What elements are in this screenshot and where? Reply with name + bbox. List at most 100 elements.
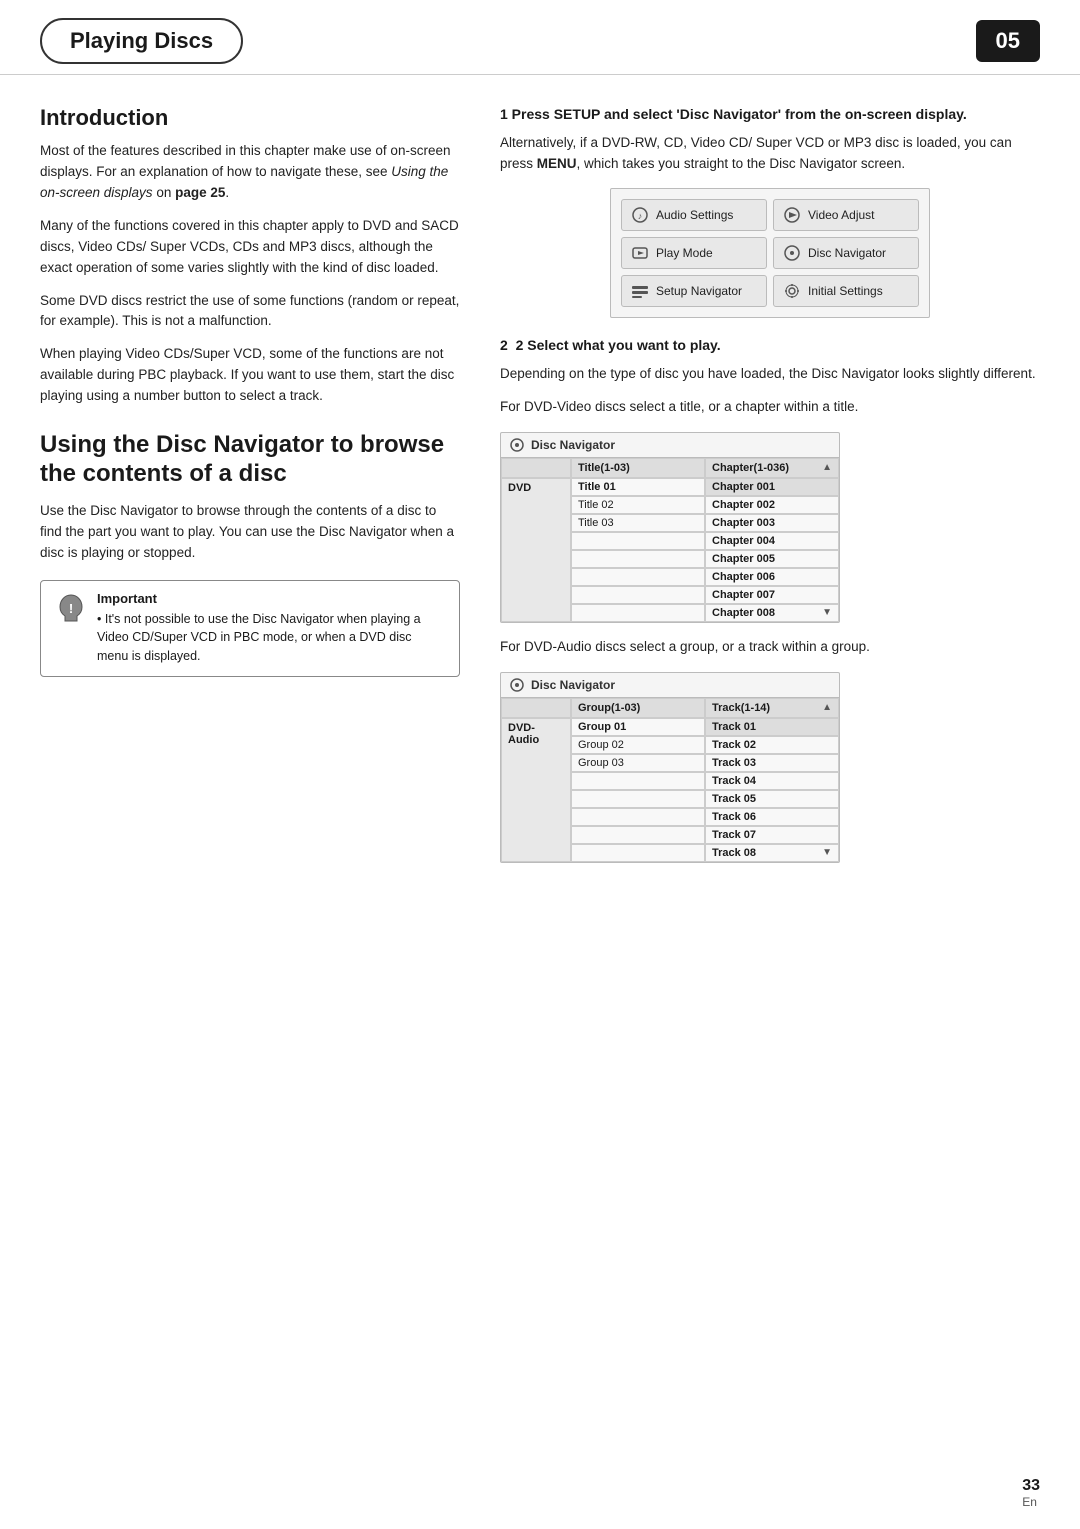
page-header: Playing Discs 05 [0,0,1080,75]
dvdaudio-disc-nav-header: Disc Navigator [501,673,839,698]
menu-item-initial-settings: Initial Settings [773,275,919,307]
dvdaudio-track-3: Track 03 [705,754,839,772]
step2-heading: 2 2 Select what you want to play. [500,336,1040,356]
step2-section: 2 2 Select what you want to play. Depend… [500,336,1040,862]
menu-item-disc-navigator: Disc Navigator [773,237,919,269]
dvdaudio-group-1: Group 01 [571,718,705,736]
dvd-disc-nav-table: Title(1-03) Chapter(1-036) ▲ DVD Title 0… [501,458,839,622]
dvd-scroll-up: ▲ [822,462,832,473]
important-content: Important • It's not possible to use the… [97,591,445,666]
play-mode-label: Play Mode [656,246,713,260]
dvdaudio-type-label: DVD-Audio [501,718,571,862]
dvd-title-empty-5 [571,604,705,622]
dvd-title-3: Title 03 [571,514,705,532]
disc-navigator-section: Using the Disc Navigator to browse the c… [40,431,460,677]
dvdaudio-disc-nav-table: Group(1-03) Track(1-14) ▲ DVD-Audio Grou… [501,698,839,862]
disc-navigator-label: Disc Navigator [808,246,886,260]
dvdaudio-track-6: Track 06 [705,808,839,826]
dvd-title-1: Title 01 [571,478,705,496]
dvdaudio-disc-navigator: Disc Navigator Group(1-03) Track(1-14) ▲… [500,672,840,863]
footer-page-number: 33 [1022,1477,1040,1494]
dvdaudio-col1-header: Group(1-03) [571,698,705,718]
dvd-title-empty-2 [571,550,705,568]
step1-heading: 1 Press SETUP and select 'Disc Navigator… [500,105,1040,125]
intro-para-2: Many of the functions covered in this ch… [40,216,460,279]
dvdaudio-group-empty-5 [571,844,705,862]
dvd-col2-header: Chapter(1-036) ▲ [705,458,839,478]
important-text: • It's not possible to use the Disc Navi… [97,610,445,666]
main-content: Introduction Most of the features descri… [0,105,1080,877]
audio-settings-icon: ♪ [630,205,650,225]
step1-section: 1 Press SETUP and select 'Disc Navigator… [500,105,1040,318]
menu-grid: ♪ Audio Settings Video Adjust [621,199,919,307]
dvdaudio-row-label-header [501,698,571,718]
dvd-title-2: Title 02 [571,496,705,514]
dvdaudio-group-3: Group 03 [571,754,705,772]
dvdaudio-group-empty-3 [571,808,705,826]
dvdaudio-group-empty-2 [571,790,705,808]
dvdaudio-track-7: Track 07 [705,826,839,844]
svg-text:♪: ♪ [638,211,643,221]
video-adjust-label: Video Adjust [808,208,875,222]
dvd-scroll-down: ▼ [822,607,832,619]
dvdaudio-col2-header: Track(1-14) ▲ [705,698,839,718]
dvd-row-label-header [501,458,571,478]
footer-lang: En [1022,1495,1037,1509]
audio-settings-label: Audio Settings [656,208,733,222]
dvd-chapter-1: Chapter 001 [705,478,839,496]
dvdaudio-track-8: Track 08 ▼ [705,844,839,862]
play-mode-icon [630,243,650,263]
dvdaudio-group-empty-4 [571,826,705,844]
video-adjust-icon [782,205,802,225]
dvd-chapter-7: Chapter 007 [705,586,839,604]
dvd-title-empty-3 [571,568,705,586]
chapter-title: Playing Discs [40,18,243,64]
disc-nav-description: Use the Disc Navigator to browse through… [40,501,460,564]
intro-para-4: When playing Video CDs/Super VCD, some o… [40,344,460,407]
setup-navigator-label: Setup Navigator [656,284,742,298]
initial-settings-label: Initial Settings [808,284,883,298]
initial-settings-icon [782,281,802,301]
disc-nav-title: Using the Disc Navigator to browse the c… [40,431,460,489]
dvd-type-label: DVD [501,478,571,622]
dvdaudio-group-2: Group 02 [571,736,705,754]
dvd-col1-header: Title(1-03) [571,458,705,478]
dvdaudio-track-4: Track 04 [705,772,839,790]
dvd-title-empty-1 [571,532,705,550]
dvd-title-empty-4 [571,586,705,604]
dvdaudio-track-2: Track 02 [705,736,839,754]
dvdaudio-track-1: Track 01 [705,718,839,736]
disc-navigator-icon [782,243,802,263]
dvdaudio-track-5: Track 05 [705,790,839,808]
menu-item-setup-navigator: Setup Navigator [621,275,767,307]
introduction-section: Introduction Most of the features descri… [40,105,460,407]
introduction-title: Introduction [40,105,460,131]
menu-item-play-mode: Play Mode [621,237,767,269]
dvd-disc-navigator: Disc Navigator Title(1-03) Chapter(1-036… [500,432,840,623]
step1-body: Alternatively, if a DVD-RW, CD, Video CD… [500,133,1040,175]
dvd-disc-nav-header: Disc Navigator [501,433,839,458]
important-box: ! Important • It's not possible to use t… [40,580,460,677]
dvd-chapter-4: Chapter 004 [705,532,839,550]
menu-item-video-adjust: Video Adjust [773,199,919,231]
intro-para-3: Some DVD discs restrict the use of some … [40,291,460,333]
dvdaudio-group-empty-1 [571,772,705,790]
dvd-chapter-3: Chapter 003 [705,514,839,532]
right-column: 1 Press SETUP and select 'Disc Navigator… [500,105,1040,877]
dvd-chapter-8: Chapter 008 ▼ [705,604,839,622]
step2-body1: Depending on the type of disc you have l… [500,364,1040,385]
step2-body3: For DVD-Audio discs select a group, or a… [500,637,1040,658]
important-icon: ! [55,593,87,625]
important-title: Important [97,591,445,606]
page-footer: 33 En [1022,1477,1040,1509]
page-number: 05 [976,20,1040,62]
dvd-chapter-5: Chapter 005 [705,550,839,568]
dvdaudio-scroll-up: ▲ [822,702,832,713]
menu-mockup: ♪ Audio Settings Video Adjust [610,188,930,318]
dvd-chapter-2: Chapter 002 [705,496,839,514]
step2-body2: For DVD-Video discs select a title, or a… [500,397,1040,418]
menu-item-audio-settings: ♪ Audio Settings [621,199,767,231]
svg-text:!: ! [69,601,73,616]
left-column: Introduction Most of the features descri… [40,105,460,877]
dvd-chapter-6: Chapter 006 [705,568,839,586]
